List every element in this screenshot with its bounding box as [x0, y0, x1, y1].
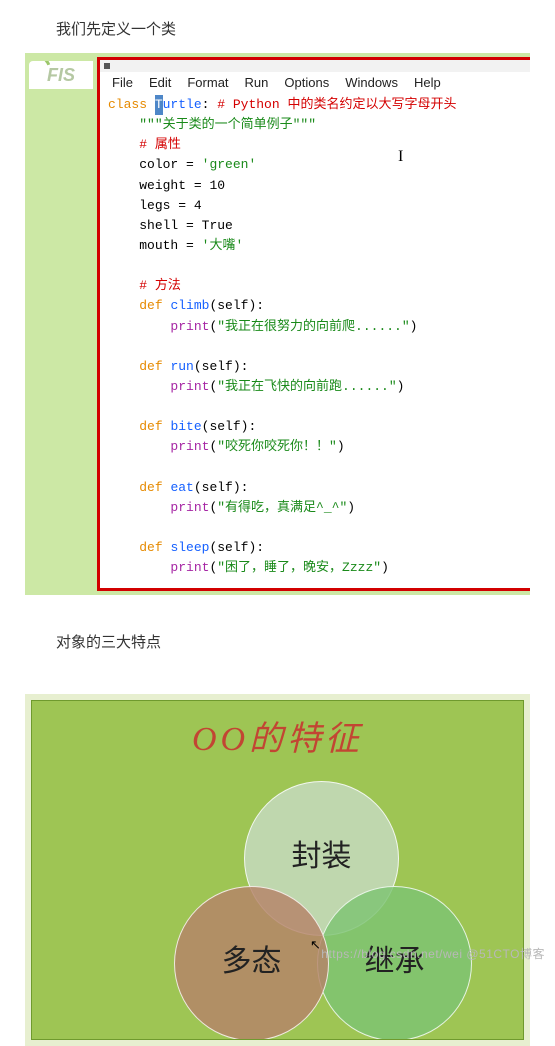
- code-token: color =: [139, 157, 201, 172]
- code-builtin: print: [170, 560, 209, 575]
- code-builtin: print: [170, 500, 209, 515]
- code-string: "困了，睡了，晚安，Zzzz": [217, 560, 381, 575]
- venn-label: 封装: [292, 831, 352, 875]
- code-token: ): [347, 500, 355, 515]
- code-func: run: [170, 359, 193, 374]
- code-func: sleep: [170, 540, 209, 555]
- code-builtin: print: [170, 379, 209, 394]
- code-token: (self):: [209, 298, 264, 313]
- desktop-background: FIS File Edit Format Run Options Windows…: [25, 53, 530, 595]
- code-token: ): [410, 319, 418, 334]
- code-number: 10: [209, 178, 225, 193]
- idle-editor-window: File Edit Format Run Options Windows Hel…: [97, 57, 530, 591]
- editor-menubar[interactable]: File Edit Format Run Options Windows Hel…: [100, 72, 530, 93]
- code-token: :: [202, 97, 218, 112]
- code-func: bite: [170, 419, 201, 434]
- venn-label: 多态: [222, 936, 282, 980]
- code-screenshot: FIS File Edit Format Run Options Windows…: [25, 53, 530, 595]
- code-token: (self):: [209, 540, 264, 555]
- code-comment: # 方法: [139, 278, 181, 293]
- code-token: class: [108, 97, 155, 112]
- code-comment: # 属性: [139, 137, 181, 152]
- code-token: urtle: [163, 97, 202, 112]
- venn-circle-polymorphism: 多态: [174, 886, 329, 1040]
- code-string: "我正在飞快的向前跑......": [217, 379, 396, 394]
- code-token: (self):: [194, 480, 249, 495]
- code-func: eat: [170, 480, 193, 495]
- page-watermark: https://blog.csdn.net/wei @51CTO博客: [321, 945, 545, 962]
- code-token: def: [139, 540, 170, 555]
- code-string: '大嘴': [202, 238, 244, 253]
- menu-windows[interactable]: Windows: [337, 74, 406, 91]
- oo-slide: OO的特征 封装 继承 多态 ↖: [31, 700, 524, 1040]
- menu-help[interactable]: Help: [406, 74, 449, 91]
- menu-format[interactable]: Format: [179, 74, 236, 91]
- code-token: ): [337, 439, 345, 454]
- code-token: def: [139, 298, 170, 313]
- mouse-cursor-icon: ↖: [310, 937, 321, 953]
- text-caret-icon: I: [398, 145, 403, 170]
- code-string: "咬死你咬死你！！": [217, 439, 337, 454]
- code-token: ): [397, 379, 405, 394]
- window-titlebar: [100, 60, 530, 72]
- oo-slide-title: OO的特征: [32, 711, 523, 760]
- menu-edit[interactable]: Edit: [141, 74, 179, 91]
- code-builtin: print: [170, 319, 209, 334]
- menu-options[interactable]: Options: [276, 74, 337, 91]
- code-string: "有得吃，真满足^_^": [217, 500, 347, 515]
- oo-diagram-screenshot: OO的特征 封装 继承 多态 ↖: [25, 694, 530, 1046]
- code-token: weight =: [139, 178, 209, 193]
- code-editor-body[interactable]: Iclass Turtle: # Python 中的类名约定以大写字母开头 ""…: [100, 93, 530, 588]
- code-func: climb: [170, 298, 209, 313]
- section-heading-oo-features: 对象的三大特点: [0, 595, 555, 666]
- background-logo: FIS: [29, 61, 93, 89]
- code-token: shell =: [139, 218, 201, 233]
- menu-file[interactable]: File: [104, 74, 141, 91]
- code-token: mouth =: [139, 238, 201, 253]
- code-selection: T: [155, 95, 163, 115]
- code-string: "我正在很努力的向前爬......": [217, 319, 409, 334]
- code-comment: # Python 中的类名约定以大写字母开头: [217, 97, 456, 112]
- code-token: legs =: [139, 198, 194, 213]
- code-number: 4: [194, 198, 202, 213]
- code-token: (self):: [202, 419, 257, 434]
- code-token: ): [381, 560, 389, 575]
- code-token: True: [202, 218, 233, 233]
- code-token: (self):: [194, 359, 249, 374]
- code-token: def: [139, 359, 170, 374]
- code-token: def: [139, 419, 170, 434]
- code-token: def: [139, 480, 170, 495]
- venn-circle-inheritance: 继承: [317, 886, 472, 1040]
- code-docstring: """关于类的一个简单例子""": [139, 117, 316, 132]
- code-string: 'green': [202, 157, 257, 172]
- section-heading-define-class: 我们先定义一个类: [0, 0, 555, 53]
- code-builtin: print: [170, 439, 209, 454]
- menu-run[interactable]: Run: [237, 74, 277, 91]
- venn-diagram: 封装 继承 多态 ↖: [162, 781, 462, 1040]
